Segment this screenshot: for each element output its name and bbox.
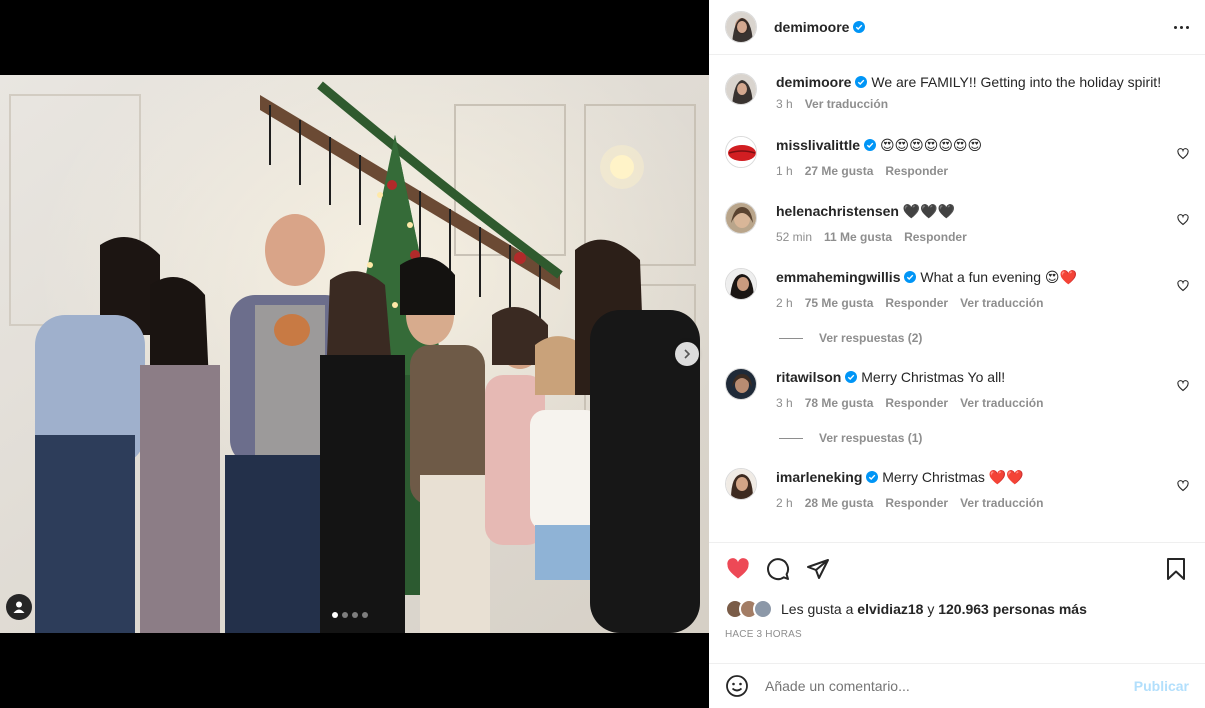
verified-badge-icon bbox=[853, 21, 866, 33]
next-image-button[interactable] bbox=[675, 342, 699, 366]
translate-link[interactable]: Ver traducción bbox=[960, 396, 1043, 410]
view-replies-button[interactable]: Ver respuestas (2) bbox=[779, 331, 922, 345]
like-comment-heart-icon[interactable] bbox=[1177, 148, 1189, 160]
comment-text: 😍😍😍😍😍😍😍 bbox=[879, 137, 983, 153]
heart-filled-icon bbox=[727, 558, 749, 579]
commenter-avatar[interactable] bbox=[725, 202, 757, 234]
like-comment-heart-icon[interactable] bbox=[1177, 214, 1189, 226]
like-comment-heart-icon[interactable] bbox=[1177, 380, 1189, 392]
publish-button[interactable]: Publicar bbox=[1134, 678, 1189, 694]
comment-username[interactable]: imarleneking bbox=[776, 469, 862, 485]
caption-username[interactable]: demimoore bbox=[776, 74, 851, 90]
comment-time: 52 min bbox=[776, 230, 813, 244]
dot-icon bbox=[1174, 25, 1177, 29]
reply-button[interactable]: Responder bbox=[885, 296, 948, 310]
liker-avatar bbox=[753, 599, 773, 619]
comment-text: 🖤🖤🖤 bbox=[902, 203, 956, 219]
replies-divider bbox=[779, 437, 803, 439]
user-tag-icon bbox=[13, 601, 25, 613]
comment-text: Merry Christmas ❤️❤️ bbox=[882, 469, 1024, 485]
likes-joiner: y bbox=[927, 601, 935, 617]
commenter-avatar[interactable] bbox=[725, 136, 757, 168]
carousel-dot bbox=[362, 612, 368, 618]
commenter-avatar[interactable] bbox=[725, 468, 757, 500]
save-button[interactable] bbox=[1163, 556, 1189, 582]
replies-divider bbox=[779, 337, 803, 339]
carousel-dot bbox=[332, 612, 338, 618]
bookmark-icon bbox=[1167, 558, 1185, 580]
carousel-indicator bbox=[332, 612, 368, 618]
likes-summary: Les gusta a elvidiaz18 y 120.963 persona… bbox=[709, 595, 1205, 623]
post-header: demimoore bbox=[709, 0, 1205, 55]
post-actions-section: Les gusta a elvidiaz18 y 120.963 persona… bbox=[709, 542, 1205, 640]
comment-likes-count[interactable]: 75 Me gusta bbox=[805, 296, 874, 310]
comment-bubble-icon bbox=[767, 558, 790, 581]
post-media bbox=[0, 0, 709, 708]
family-photo-image bbox=[0, 75, 709, 633]
carousel-dot bbox=[342, 612, 348, 618]
reply-button[interactable]: Responder bbox=[885, 164, 948, 178]
dot-icon bbox=[1180, 25, 1183, 29]
author-username[interactable]: demimoore bbox=[774, 19, 849, 35]
verified-badge-icon bbox=[855, 76, 868, 88]
author-avatar[interactable] bbox=[725, 11, 757, 43]
translate-link[interactable]: Ver traducción bbox=[960, 496, 1043, 510]
share-button[interactable] bbox=[805, 556, 831, 582]
verified-badge-icon bbox=[845, 371, 858, 383]
comment-time: 2 h bbox=[776, 296, 793, 310]
verified-badge-icon bbox=[866, 471, 879, 483]
comment-username[interactable]: misslivalittle bbox=[776, 137, 860, 153]
view-replies-label: Ver respuestas (1) bbox=[819, 431, 923, 445]
comment-time: 1 h bbox=[776, 164, 793, 178]
like-comment-heart-icon[interactable] bbox=[1177, 480, 1189, 492]
comment-username[interactable]: ritawilson bbox=[776, 369, 841, 385]
comment-likes-count[interactable]: 11 Me gusta bbox=[824, 230, 892, 244]
comment-username[interactable]: emmahemingwillis bbox=[776, 269, 900, 285]
like-button[interactable] bbox=[725, 556, 751, 582]
chevron-right-icon bbox=[684, 349, 691, 359]
comment-time: 2 h bbox=[776, 496, 793, 510]
first-liker-link[interactable]: elvidiaz18 bbox=[857, 601, 923, 617]
add-comment-bar: Publicar bbox=[709, 663, 1205, 708]
comment-likes-count[interactable]: 78 Me gusta bbox=[805, 396, 874, 410]
view-replies-button[interactable]: Ver respuestas (1) bbox=[779, 431, 922, 445]
action-icons-row bbox=[709, 543, 1205, 595]
caption-text: We are FAMILY!! Getting into the holiday… bbox=[871, 74, 1162, 90]
author-avatar[interactable] bbox=[725, 73, 757, 105]
comment-text: Merry Christmas Yo all! bbox=[861, 369, 1006, 385]
commenter-avatar[interactable] bbox=[725, 368, 757, 400]
comment-username[interactable]: helenachristensen bbox=[776, 203, 899, 219]
comment-time: 3 h bbox=[776, 396, 793, 410]
comment-button[interactable] bbox=[765, 556, 791, 582]
view-replies-label: Ver respuestas (2) bbox=[819, 331, 923, 345]
verified-badge-icon bbox=[864, 139, 877, 151]
reply-button[interactable]: Responder bbox=[885, 396, 948, 410]
reply-button[interactable]: Responder bbox=[904, 230, 967, 244]
dot-icon bbox=[1186, 25, 1189, 29]
liker-avatars bbox=[725, 599, 773, 619]
like-comment-heart-icon[interactable] bbox=[1177, 280, 1189, 292]
comment-likes-count[interactable]: 27 Me gusta bbox=[805, 164, 874, 178]
caption-translate-link[interactable]: Ver traducción bbox=[805, 97, 888, 111]
paper-plane-icon bbox=[807, 559, 829, 579]
verified-badge-icon bbox=[904, 271, 917, 283]
post-timestamp: HACE 3 HORAS bbox=[725, 629, 802, 640]
post-photo[interactable] bbox=[0, 75, 709, 633]
likes-count-link[interactable]: 120.963 personas más bbox=[938, 601, 1087, 617]
comments-list[interactable]: demimoore We are FAMILY!! Getting into t… bbox=[709, 56, 1205, 542]
post-side-panel: demimoore demimoore We are FAMILY!! Gett… bbox=[709, 0, 1205, 708]
commenter-avatar[interactable] bbox=[725, 268, 757, 300]
comment-likes-count[interactable]: 28 Me gusta bbox=[805, 496, 874, 510]
emoji-icon[interactable] bbox=[725, 674, 749, 698]
likes-prefix: Les gusta a bbox=[781, 601, 854, 617]
carousel-dot bbox=[352, 612, 358, 618]
translate-link[interactable]: Ver traducción bbox=[960, 296, 1043, 310]
reply-button[interactable]: Responder bbox=[885, 496, 948, 510]
comment-text: What a fun evening 😍❤️ bbox=[920, 269, 1077, 285]
tagged-users-button[interactable] bbox=[6, 594, 32, 620]
comment-input[interactable] bbox=[765, 678, 1134, 694]
more-options-button[interactable] bbox=[1174, 20, 1189, 35]
caption-time: 3 h bbox=[776, 97, 793, 111]
